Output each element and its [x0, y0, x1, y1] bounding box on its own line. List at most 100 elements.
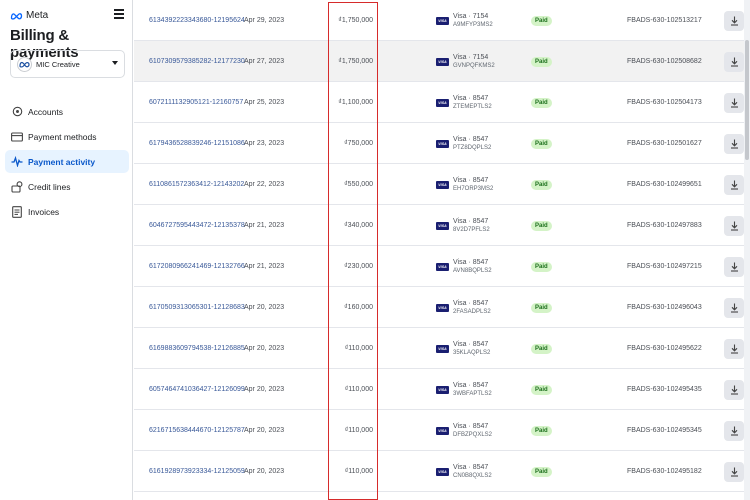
transaction-id-link[interactable]: 6046727595443472-12135378	[149, 205, 245, 246]
sidebar-item-label: Invoices	[28, 207, 59, 217]
transaction-id-link[interactable]: 6057464741036427-12126099	[149, 369, 245, 410]
visa-card-icon: VISA	[436, 468, 449, 476]
transaction-date: Apr 27, 2023	[244, 41, 284, 82]
sidebar-item-label: Payment methods	[28, 132, 97, 142]
account-name: MIC Creative	[36, 60, 80, 69]
table-row[interactable]: 6046727595443472-12135378Apr 21, 2023₫34…	[134, 205, 750, 246]
table-row[interactable]: 6072111132905121-12160757Apr 25, 2023₫1,…	[134, 82, 750, 123]
status-badge: Paid	[531, 221, 552, 231]
table-row[interactable]: 6057464741036427-12126099Apr 20, 2023₫11…	[134, 369, 750, 410]
payment-method-label: Visa · 8547	[453, 381, 492, 390]
status-badge: Paid	[531, 98, 552, 108]
transaction-id-link[interactable]: 6072111132905121-12160757	[149, 82, 243, 123]
table-row[interactable]: 6170509313065301-12128683Apr 20, 2023₫16…	[134, 287, 750, 328]
status-cell: Paid	[531, 287, 552, 328]
scrollbar-thumb[interactable]	[745, 40, 749, 160]
table-row[interactable]: 6110861572363412-12143202Apr 22, 2023₫55…	[134, 164, 750, 205]
transaction-date: Apr 20, 2023	[244, 369, 284, 410]
download-icon	[730, 221, 739, 231]
visa-card-icon: VISA	[436, 345, 449, 353]
table-row[interactable]: 6179436528839246-12151086Apr 23, 2023₫75…	[134, 123, 750, 164]
sidebar-item-label: Payment activity	[28, 157, 95, 167]
transaction-id-link[interactable]: 6110861572363412-12143202	[149, 164, 244, 205]
transaction-id-link[interactable]: 6179436528839246-12151086	[149, 123, 245, 164]
payment-method-ref: DFBZPQXLS2	[453, 431, 492, 440]
meta-infinity-icon	[10, 12, 23, 20]
table-row[interactable]: 6107309579385282-12177230Apr 27, 2023 ₫1,…	[134, 41, 750, 82]
sidebar-item-label: Credit lines	[28, 182, 71, 192]
reference-number: FBADS-630-102504173	[627, 82, 702, 123]
download-button[interactable]	[724, 134, 744, 154]
sidebar-item-payment-activity[interactable]: Payment activity	[5, 150, 129, 173]
transaction-date: Apr 20, 2023	[244, 410, 284, 451]
activity-icon	[11, 156, 23, 168]
table-row[interactable]: 6161928973923334-12125059Apr 20, 2023₫11…	[134, 451, 750, 492]
status-badge: Paid	[531, 57, 552, 67]
chevron-down-icon	[112, 61, 118, 65]
download-cell	[723, 410, 745, 451]
payment-method-label: Visa · 8547	[453, 135, 491, 144]
transaction-id-link[interactable]: 6169883609794538-12126885	[149, 328, 245, 369]
sidebar-item-accounts[interactable]: Accounts	[5, 100, 129, 123]
download-button[interactable]	[724, 175, 744, 195]
payment-method-label: Visa · 8547	[453, 176, 493, 185]
download-button[interactable]	[724, 216, 744, 236]
visa-card-icon: VISA	[436, 181, 449, 189]
card-brand-text: VISA	[438, 429, 447, 433]
status-cell: Paid	[531, 451, 552, 492]
table-row[interactable]: 6134392223343680-12195624Apr 29, 2023₫1,…	[134, 0, 750, 41]
sidebar-item-credit-lines[interactable]: Credit lines	[5, 175, 129, 198]
menu-icon[interactable]	[114, 9, 124, 19]
credit-lines-icon	[11, 181, 23, 193]
account-selector[interactable]: MIC Creative	[10, 50, 125, 78]
invoice-icon	[11, 206, 23, 218]
transaction-id-link[interactable]: 6172080966241469-12132766	[149, 246, 245, 287]
transaction-id-link[interactable]: 6216715638444670-12125787	[149, 410, 245, 451]
transaction-date: Apr 20, 2023	[244, 287, 284, 328]
meta-logo[interactable]: Meta	[10, 10, 48, 21]
scrollbar[interactable]	[744, 0, 750, 500]
reference-number: FBADS-630-102513217	[627, 0, 702, 41]
transaction-amount: ₫1,750,000	[341, 41, 373, 82]
status-cell: Paid	[531, 0, 552, 41]
status-cell: Paid	[531, 369, 552, 410]
download-button[interactable]	[724, 462, 744, 482]
download-button[interactable]	[724, 421, 744, 441]
transaction-id-link[interactable]: 6170509313065301-12128683	[149, 287, 245, 328]
download-button[interactable]	[724, 52, 744, 72]
card-brand-text: VISA	[438, 265, 447, 269]
status-cell: Paid	[531, 164, 552, 205]
download-cell	[723, 123, 745, 164]
reference-number: FBADS-630-102497883	[627, 205, 702, 246]
status-cell: Paid	[531, 328, 552, 369]
sidebar-item-payment-methods[interactable]: Payment methods	[5, 125, 129, 148]
transaction-amount: ₫110,000	[341, 451, 373, 492]
status-badge: Paid	[531, 344, 552, 354]
payment-method-label: Visa · 8547	[453, 422, 492, 431]
download-icon	[730, 57, 739, 67]
payment-method-label: Visa · 8547	[453, 258, 492, 267]
transaction-id-link[interactable]: 6134392223343680-12195624	[149, 0, 245, 41]
download-cell	[723, 451, 745, 492]
transaction-id-link[interactable]: 6161928973923334-12125059	[149, 451, 245, 492]
table-row[interactable]: 6216715638444670-12125787Apr 20, 2023₫11…	[134, 410, 750, 451]
download-button[interactable]	[724, 339, 744, 359]
download-button[interactable]	[724, 380, 744, 400]
sidebar-nav: Accounts Payment methods Payment activit…	[5, 100, 129, 225]
visa-card-icon: VISA	[436, 263, 449, 271]
download-button[interactable]	[724, 257, 744, 277]
download-icon	[730, 180, 739, 190]
transaction-id-link[interactable]: 6107309579385282-12177230	[149, 41, 245, 82]
download-button[interactable]	[724, 93, 744, 113]
download-button[interactable]	[724, 298, 744, 318]
status-badge: Paid	[531, 385, 552, 395]
table-row[interactable]: 6169883609794538-12126885Apr 20, 2023₫11…	[134, 328, 750, 369]
download-button[interactable]	[724, 11, 744, 31]
sidebar-item-invoices[interactable]: Invoices	[5, 200, 129, 223]
payment-method: VISAVisa · 7154GVNPQFKMS2	[436, 41, 495, 82]
download-cell	[723, 328, 745, 369]
download-cell	[723, 0, 745, 41]
transaction-amount: ₫110,000	[341, 328, 373, 369]
table-row[interactable]: 6172080966241469-12132766Apr 21, 2023₫23…	[134, 246, 750, 287]
reference-number: FBADS-630-102495435	[627, 369, 702, 410]
